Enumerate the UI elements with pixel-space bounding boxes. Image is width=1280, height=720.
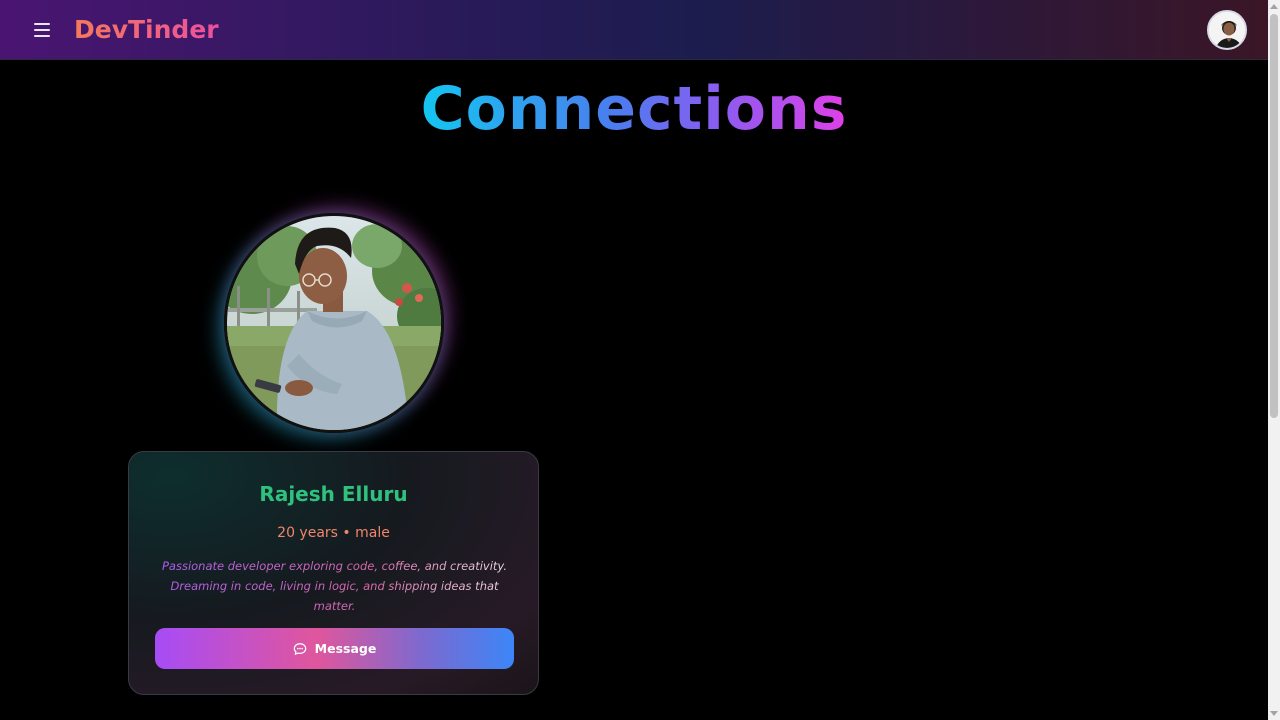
connection-age-gender: 20 years • male — [277, 525, 390, 541]
chat-bubble-icon — [293, 642, 306, 655]
page-scrollbar[interactable] — [1268, 0, 1280, 720]
navbar: DevTinder — [0, 0, 1268, 60]
connection-bio: Passionate developer exploring code, cof… — [157, 556, 512, 616]
connection-photo — [224, 213, 444, 433]
brand-logo[interactable]: DevTinder — [74, 15, 219, 44]
scroll-down-arrow-icon[interactable] — [1270, 711, 1278, 716]
page-title: Connections — [420, 74, 848, 144]
page-title-wrap: Connections — [0, 74, 1268, 144]
message-button[interactable]: Message — [155, 628, 514, 669]
connection-card: Rajesh Elluru 20 years • male Passionate… — [128, 451, 539, 695]
hamburger-menu-icon[interactable] — [28, 18, 56, 42]
user-avatar[interactable] — [1207, 10, 1247, 50]
scroll-up-arrow-icon[interactable] — [1270, 4, 1278, 9]
message-button-label: Message — [314, 641, 377, 656]
connection-name: Rajesh Elluru — [259, 482, 408, 506]
scrollbar-thumb[interactable] — [1270, 14, 1278, 418]
